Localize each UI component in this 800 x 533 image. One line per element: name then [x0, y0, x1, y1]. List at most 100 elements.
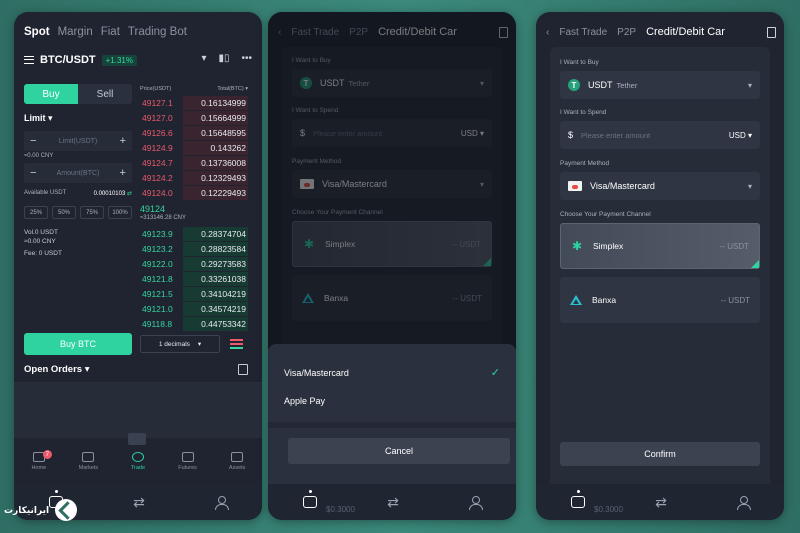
bottom-tabbar: Home 7 Markets Trade Futures Assets: [14, 446, 262, 484]
credit-card-screen: ‹ Fast Trade P2P Credit/Debit Car I Want…: [536, 12, 784, 520]
simplex-icon: ✱: [571, 239, 583, 253]
credit-card-sheet-screen: ‹ Fast Trade P2P Credit/Debit Car I Want…: [268, 12, 516, 520]
ask-row[interactable]: 49127.1 0.16134999: [140, 96, 248, 110]
back-icon[interactable]: ‹: [546, 27, 549, 38]
user-nav-icon[interactable]: [468, 495, 483, 510]
drawer-handle-icon[interactable]: [128, 433, 146, 445]
chevron-down-icon: ▾: [747, 181, 752, 191]
pct-50[interactable]: 50%: [52, 206, 76, 219]
bid-row[interactable]: 49121.0 0.34574219: [140, 302, 248, 316]
wallet-nav-icon[interactable]: [571, 490, 586, 508]
chevron-down-icon: ▾: [747, 80, 752, 90]
tab-trading-bot[interactable]: Trading Bot: [128, 26, 187, 38]
channel-simplex[interactable]: ✱ Simplex -- USDT: [560, 223, 760, 269]
ask-row[interactable]: 49124.7 0.13736008: [140, 156, 248, 170]
divider: [268, 422, 516, 428]
currency-select[interactable]: USD ▾: [729, 131, 752, 140]
plus-icon[interactable]: +: [120, 135, 126, 147]
orderbook-layout-icon[interactable]: [230, 339, 243, 349]
tab-spot[interactable]: Spot: [24, 26, 50, 38]
sell-tab[interactable]: Sell: [78, 84, 132, 104]
mid-price: 49124: [140, 204, 166, 214]
ask-row[interactable]: 49124.2 0.12329493: [140, 171, 248, 185]
option-visa-mastercard[interactable]: Visa/Mastercard ✓: [284, 366, 500, 379]
want-buy-label: I Want to Buy: [560, 59, 599, 66]
check-icon: ✓: [490, 367, 500, 379]
buy-tabs: ‹ Fast Trade P2P Credit/Debit Car: [546, 26, 776, 38]
tab-p2p[interactable]: P2P: [617, 27, 636, 38]
ask-row[interactable]: 49124.0 0.12229493: [140, 186, 248, 200]
chevron-down-icon[interactable]: ▾: [201, 53, 206, 64]
pct-75[interactable]: 75%: [80, 206, 104, 219]
ask-row[interactable]: 49127.0 0.15664999: [140, 111, 248, 125]
wallet-nav-icon[interactable]: [303, 490, 318, 508]
orderbook-header: Price(USDT) Total(BTC) ▾: [140, 86, 248, 92]
tether-icon: T: [568, 79, 580, 91]
swap-nav-icon[interactable]: ⇄: [655, 494, 667, 511]
user-nav-icon[interactable]: [736, 495, 751, 510]
order-type-select[interactable]: Limit ▾: [24, 113, 53, 124]
outer-nav: ⇄ $0.3000: [268, 484, 516, 520]
tab-margin[interactable]: Margin: [58, 26, 93, 38]
bid-row[interactable]: 49123.2 0.28823584: [140, 242, 248, 256]
amount-input[interactable]: − Amount(BTC) +: [24, 163, 132, 183]
pair-selector[interactable]: BTC/USDT +1.31%: [24, 54, 137, 66]
tab-futures[interactable]: Futures: [164, 446, 212, 484]
buy-btc-button[interactable]: Buy BTC: [24, 333, 132, 355]
minus-icon[interactable]: −: [30, 135, 36, 147]
buy-sell-toggle: Buy Sell: [24, 84, 132, 104]
buy-form: I Want to Buy T USDTTether ▾ I Want to S…: [550, 47, 770, 507]
bid-row[interactable]: 49118.8 0.44753342: [140, 317, 248, 331]
notification-badge: 7: [42, 450, 52, 459]
outer-nav: ⇄ $0.3000: [536, 484, 784, 520]
transfer-icon[interactable]: ⇄: [127, 191, 132, 197]
user-nav-icon[interactable]: [214, 495, 229, 510]
bid-row[interactable]: 49121.5 0.34104219: [140, 287, 248, 301]
candlestick-chart-icon[interactable]: ▮▯: [218, 53, 229, 64]
menu-icon[interactable]: [24, 56, 34, 64]
minus-icon[interactable]: −: [30, 167, 36, 179]
pct-25[interactable]: 25%: [24, 206, 48, 219]
ask-row[interactable]: 49126.6 0.15648595: [140, 126, 248, 140]
tab-trade[interactable]: Trade: [114, 446, 162, 484]
mid-price-cny: ≈313146.28 CNY: [140, 215, 186, 221]
tab-credit-debit[interactable]: Credit/Debit Car: [646, 26, 725, 38]
futures-icon: [181, 452, 194, 462]
tab-fast-trade[interactable]: Fast Trade: [559, 27, 607, 38]
decimals-select[interactable]: 1 decimals ▾: [140, 335, 220, 353]
limit-price-input[interactable]: − Limit(USDT) +: [24, 131, 132, 151]
tab-markets[interactable]: Markets: [64, 446, 112, 484]
cancel-button[interactable]: Cancel: [288, 438, 510, 464]
watermark-text: ایرانیکارت: [4, 504, 50, 515]
bid-row[interactable]: 49121.8 0.33261038: [140, 272, 248, 286]
spend-amount-input[interactable]: $ Please enter amount USD ▾: [560, 121, 760, 149]
channel-banxa[interactable]: Banxa -- USDT: [560, 277, 760, 323]
ask-row[interactable]: 49124.9 0.143262: [140, 141, 248, 155]
bid-row[interactable]: 49122.0 0.29273583: [140, 257, 248, 271]
selected-corner: [751, 260, 759, 268]
pct-100[interactable]: 100%: [108, 206, 132, 219]
want-spend-label: I Want to Spend: [560, 109, 607, 116]
open-orders-select[interactable]: Open Orders ▾: [24, 364, 90, 375]
swap-nav-icon[interactable]: ⇄: [133, 494, 145, 511]
document-icon[interactable]: [238, 364, 248, 375]
ghost-value: $0.3000: [594, 505, 623, 514]
percent-buttons: 25% 50% 75% 100%: [24, 206, 132, 219]
more-icon[interactable]: •••: [241, 53, 252, 64]
tab-fiat[interactable]: Fiat: [101, 26, 120, 38]
option-apple-pay[interactable]: Apple Pay: [284, 396, 500, 406]
swap-nav-icon[interactable]: ⇄: [387, 494, 399, 511]
tab-home[interactable]: Home 7: [15, 446, 63, 484]
confirm-button[interactable]: Confirm: [560, 442, 760, 466]
payment-method-select[interactable]: Visa/Mastercard ▾: [560, 172, 760, 200]
card-icon: [568, 181, 582, 191]
volume-cny: ≈0.00 CNY: [24, 238, 56, 245]
spot-trade-screen: Spot Margin Fiat Trading Bot BTC/USDT +1…: [14, 12, 262, 520]
bid-row[interactable]: 49123.9 0.28374704: [140, 227, 248, 241]
tab-assets[interactable]: Assets: [213, 446, 261, 484]
coin-select[interactable]: T USDTTether ▾: [560, 71, 760, 99]
plus-icon[interactable]: +: [120, 167, 126, 179]
buy-tab[interactable]: Buy: [24, 84, 78, 104]
document-icon[interactable]: [767, 26, 776, 38]
available-balance: Available USDT 0.00010103 ⇄: [24, 190, 132, 197]
